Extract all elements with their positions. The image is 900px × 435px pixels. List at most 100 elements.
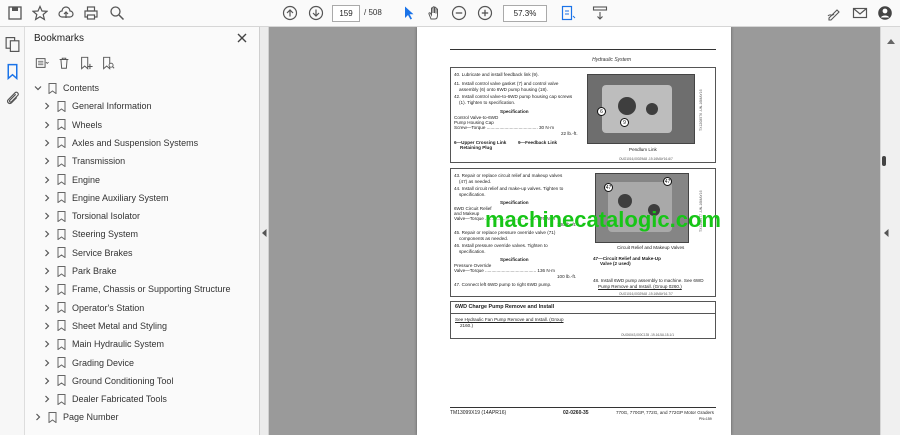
- step-text: 47. Connect left 6WD pump to right 6WD p…: [454, 282, 552, 287]
- bookmark-item-wheels[interactable]: Wheels: [42, 116, 102, 134]
- find-magnifier-icon[interactable]: [108, 4, 126, 22]
- bookmark-label: Engine: [72, 174, 101, 185]
- save-icon[interactable]: [6, 4, 24, 22]
- bookmark-icon: [57, 137, 66, 149]
- account-icon[interactable]: [876, 4, 894, 22]
- bookmark-label: Service Brakes: [72, 247, 133, 258]
- find-bookmark-icon[interactable]: [100, 55, 116, 71]
- zoom-in-icon[interactable]: [476, 4, 494, 22]
- chevron-right-icon[interactable]: [42, 212, 51, 221]
- hand-tool-icon[interactable]: [425, 4, 443, 22]
- bookmark-item-transmission[interactable]: Transmission: [42, 152, 125, 170]
- bookmark-item-service-brakes[interactable]: Service Brakes: [42, 244, 133, 262]
- page-fit-icon[interactable]: [559, 4, 577, 22]
- chevron-right-icon[interactable]: [42, 248, 51, 257]
- chevron-right-icon[interactable]: [42, 102, 51, 111]
- reference-code: OUO1016,00029A8 -19-16MAY16-6/7: [619, 157, 673, 161]
- bookmark-item-operators-station[interactable]: Operator's Station: [42, 299, 144, 317]
- close-icon[interactable]: [235, 31, 249, 45]
- bookmark-label: Park Brake: [72, 266, 117, 276]
- bookmark-item-sheet-metal[interactable]: Sheet Metal and Styling: [42, 317, 167, 335]
- bookmark-item-engine-auxiliary[interactable]: Engine Auxiliary System: [42, 189, 169, 207]
- vertical-scrollbar[interactable]: [880, 27, 900, 435]
- spec-line: 22 lb.-ft.: [561, 130, 578, 136]
- print-icon[interactable]: [82, 4, 100, 22]
- chevron-right-icon[interactable]: [42, 358, 51, 367]
- email-icon[interactable]: [851, 4, 869, 22]
- chevron-down-icon[interactable]: [33, 84, 42, 93]
- link-text[interactable]: Pump Remove and Install. (Group 0260.): [598, 284, 682, 290]
- upload-cloud-icon[interactable]: [57, 4, 75, 22]
- bookmark-icon: [57, 283, 66, 295]
- bookmark-icon: [57, 393, 66, 405]
- bookmarks-panel-icon[interactable]: [4, 63, 21, 81]
- attachments-paperclip-icon[interactable]: [4, 89, 21, 106]
- bookmark-item-engine[interactable]: Engine: [42, 171, 100, 189]
- legend-text: 9—Feedback Link: [518, 140, 558, 145]
- bookmark-options-icon[interactable]: [34, 55, 50, 71]
- collapse-panel-arrow-icon[interactable]: [262, 224, 267, 237]
- delete-bookmark-icon[interactable]: [56, 55, 72, 71]
- page-thumbnails-icon[interactable]: [4, 36, 21, 53]
- bookmark-item-park-brake[interactable]: Park Brake: [42, 262, 117, 280]
- bookmark-label: Contents: [63, 83, 100, 93]
- callout-label: 6: [597, 107, 606, 116]
- zoom-level-input[interactable]: 57.3%: [503, 5, 547, 22]
- bookmark-label: Torsional Isolator: [72, 211, 141, 222]
- previous-page-icon[interactable]: [281, 4, 299, 22]
- chevron-right-icon[interactable]: [42, 193, 51, 202]
- figure-code: TX1208576 -UN-16MAY16: [699, 89, 703, 131]
- footer-manual-id: TM13099X19 (14APR16): [450, 410, 507, 416]
- page-number-input[interactable]: 159: [332, 5, 360, 22]
- bookmark-icon: [57, 228, 66, 240]
- scrollbar-thumb[interactable]: [882, 156, 886, 166]
- add-bookmark-icon[interactable]: [78, 55, 94, 71]
- chevron-right-icon[interactable]: [42, 376, 51, 385]
- bookmark-item-main-hydraulic[interactable]: Main Hydraulic System: [42, 335, 164, 353]
- bookmark-item-general-information[interactable]: General Information: [42, 97, 152, 115]
- chevron-right-icon[interactable]: [42, 175, 51, 184]
- bookmark-icon: [57, 155, 66, 167]
- chevron-right-icon[interactable]: [42, 285, 51, 294]
- chevron-right-icon[interactable]: [42, 340, 51, 349]
- chevron-right-icon[interactable]: [42, 267, 51, 276]
- fill-sign-icon[interactable]: [825, 4, 843, 22]
- chevron-right-icon[interactable]: [33, 413, 42, 422]
- legend-text: Retaining Plug: [460, 145, 493, 150]
- chevron-right-icon[interactable]: [42, 157, 51, 166]
- bookmark-item-dealer-fabricated[interactable]: Dealer Fabricated Tools: [42, 390, 167, 408]
- legend-text: Valve (2 used): [600, 261, 631, 266]
- chevron-right-icon[interactable]: [42, 230, 51, 239]
- zoom-out-icon[interactable]: [450, 4, 468, 22]
- scroll-up-arrow-icon[interactable]: [887, 31, 895, 44]
- spec-line: Screw—Torque ...........................…: [454, 125, 555, 130]
- bookmark-item-frame-chassis[interactable]: Frame, Chassis or Supporting Structure: [42, 280, 231, 298]
- bookmark-icon: [48, 411, 57, 423]
- bookmark-label: Axles and Suspension Systems: [72, 137, 199, 148]
- bookmark-item-page-number[interactable]: Page Number: [33, 408, 119, 426]
- reference-code: OUO6043,000C135 -19-16JUL15-1/1: [621, 333, 674, 337]
- chevron-right-icon[interactable]: [42, 120, 51, 129]
- select-cursor-icon[interactable]: [400, 4, 418, 22]
- step-text: (1). Tighten to specification.: [459, 99, 516, 105]
- navigation-rail: [0, 27, 25, 435]
- footer-model: 770G, 770GP, 772G, and 772GP Motor Grade…: [616, 410, 714, 415]
- chevron-right-icon[interactable]: [42, 303, 51, 312]
- bookmark-label: Engine Auxiliary System: [72, 192, 169, 203]
- spec-line: Valve—Torque ...........................…: [454, 268, 556, 273]
- next-page-icon[interactable]: [307, 4, 325, 22]
- chevron-right-icon[interactable]: [42, 321, 51, 330]
- bookmark-item-torsional-isolator[interactable]: Torsional Isolator: [42, 207, 140, 225]
- bookmark-item-grading-device[interactable]: Grading Device: [42, 354, 134, 372]
- document-viewport[interactable]: Hydraulic System 40. Lubricate and insta…: [269, 27, 880, 435]
- chevron-right-icon[interactable]: [42, 395, 51, 404]
- bookmark-item-axles[interactable]: Axles and Suspension Systems: [42, 134, 198, 152]
- bookmark-icon: [57, 320, 66, 332]
- bookmark-item-contents[interactable]: Contents: [33, 79, 99, 97]
- expand-right-panel-arrow-icon[interactable]: [884, 224, 889, 237]
- chevron-right-icon[interactable]: [42, 138, 51, 147]
- bookmark-item-steering-system[interactable]: Steering System: [42, 225, 138, 243]
- bookmark-star-icon[interactable]: [31, 4, 49, 22]
- page-scroll-mode-icon[interactable]: [591, 4, 609, 22]
- bookmark-item-ground-conditioning[interactable]: Ground Conditioning Tool: [42, 372, 173, 390]
